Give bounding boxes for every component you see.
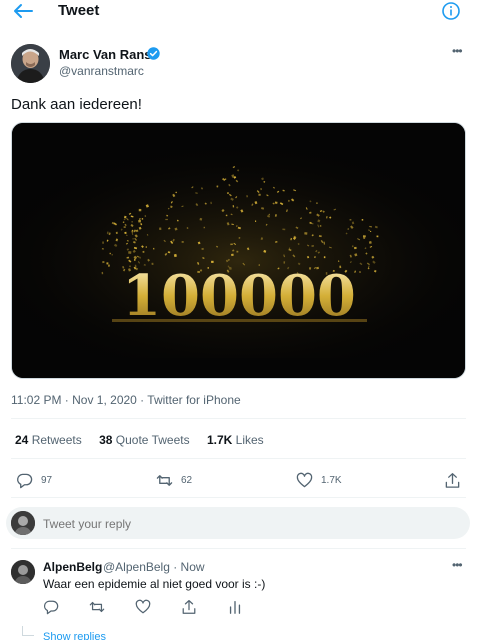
likes-count: 1.7K [206, 433, 233, 447]
like-button[interactable]: 1.7K [296, 471, 342, 489]
page-title: Tweet [58, 2, 100, 19]
reply-retweet-button[interactable] [89, 599, 105, 615]
retweet-count: 62 [181, 474, 193, 486]
reply-button[interactable]: 97 [16, 471, 52, 489]
reply-text: Waar een epidemie al niet goed voor is :… [43, 577, 266, 591]
info-button[interactable] [441, 1, 461, 21]
heart-icon [135, 599, 151, 614]
share-icon [445, 472, 460, 488]
share-icon [182, 599, 196, 614]
reply-analytics-button[interactable] [227, 599, 243, 615]
author-handle[interactable]: @vanranstmarc [59, 64, 144, 78]
divider [11, 418, 466, 419]
top-bar: Tweet [0, 0, 492, 26]
author-name[interactable]: Marc Van Ranst [59, 47, 156, 62]
reply-like-button[interactable] [135, 599, 151, 615]
like-count: 1.7K [321, 474, 342, 486]
divider [11, 458, 466, 459]
divider [11, 497, 466, 498]
retweet-button[interactable]: 62 [156, 471, 192, 489]
reply-more-options-button[interactable]: ••• [452, 558, 463, 572]
reply-input[interactable] [43, 517, 343, 531]
share-button[interactable] [444, 471, 461, 489]
celebration-image: 100000 [12, 123, 465, 378]
heart-icon [296, 472, 313, 487]
likes-stat[interactable]: 1.7K Likes [207, 433, 264, 447]
show-replies-link[interactable]: Show replies [43, 631, 106, 640]
info-icon [442, 2, 460, 20]
reply-author-avatar[interactable] [11, 560, 35, 584]
reply-composer[interactable] [6, 507, 470, 539]
reply-author-name[interactable]: AlpenBelg [43, 560, 102, 574]
reply-author-handle[interactable]: @AlpenBelg · Now [103, 560, 205, 574]
tweet-timestamp[interactable]: 11:02 PM · Nov 1, 2020 · Twitter for iPh… [11, 393, 241, 407]
reply-share-button[interactable] [181, 599, 197, 615]
tweet-stats: 24 Retweets 38 Quote Tweets 1.7K Likes [15, 433, 278, 447]
retweets-stat[interactable]: 24 Retweets [15, 433, 82, 447]
quotes-count: 38 [99, 433, 113, 447]
arrow-left-icon [14, 4, 33, 18]
verified-badge-icon [147, 47, 160, 60]
back-button[interactable] [12, 2, 34, 20]
analytics-icon [229, 601, 241, 614]
reply-icon [17, 473, 33, 488]
quotes-label: Quote Tweets [115, 433, 190, 447]
reply-count: 97 [41, 474, 53, 486]
current-user-avatar [11, 511, 35, 535]
quotes-stat[interactable]: 38 Quote Tweets [99, 433, 190, 447]
tweet-text: Dank aan iedereen! [11, 96, 142, 113]
retweets-label: Retweets [31, 433, 82, 447]
likes-label: Likes [235, 433, 264, 447]
avatar-image [11, 44, 50, 83]
reply-reply-button[interactable] [43, 599, 59, 615]
retweets-count: 24 [15, 433, 29, 447]
more-options-button[interactable]: ••• [452, 44, 463, 58]
thread-connector [22, 626, 34, 636]
tweet-media[interactable]: 100000 [11, 122, 466, 379]
retweet-icon [156, 474, 173, 486]
reply-icon [44, 600, 59, 615]
retweet-icon [89, 601, 105, 613]
author-avatar[interactable] [11, 44, 50, 83]
divider [11, 548, 466, 549]
